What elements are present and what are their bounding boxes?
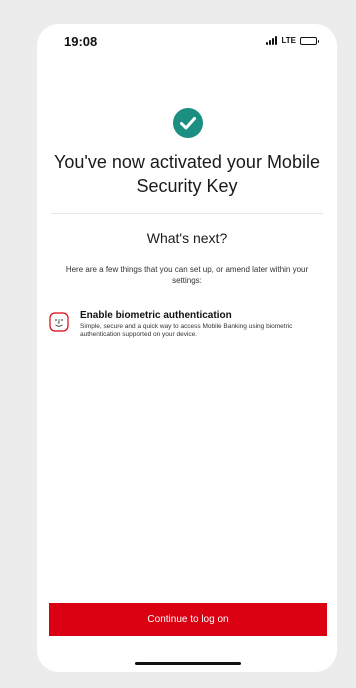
network-label: LTE — [281, 36, 296, 45]
signal-icon — [266, 36, 278, 45]
status-time: 19:08 — [64, 34, 98, 49]
face-id-icon — [49, 312, 69, 332]
battery-icon — [300, 36, 319, 45]
divider — [51, 213, 323, 214]
whats-next-heading: What's next? — [146, 230, 228, 246]
enable-biometric-option[interactable]: Enable biometric authentication Simple, … — [49, 310, 325, 339]
intro-text: Here are a few things that you can set u… — [65, 265, 309, 285]
option-text: Enable biometric authentication Simple, … — [80, 310, 325, 339]
check-circle-icon — [173, 108, 203, 138]
option-title: Enable biometric authentication — [80, 310, 232, 321]
page-title: You've now activated your Mobile Securit… — [54, 152, 320, 196]
phone-screen: 19:08 LTE You've now activated your Mobi… — [37, 24, 337, 672]
option-description: Simple, secure and a quick way to access… — [80, 323, 293, 338]
home-indicator — [135, 662, 241, 665]
status-indicators: LTE — [266, 36, 319, 45]
status-bar: 19:08 LTE — [37, 24, 337, 58]
continue-button[interactable]: Continue to log on — [49, 603, 327, 636]
